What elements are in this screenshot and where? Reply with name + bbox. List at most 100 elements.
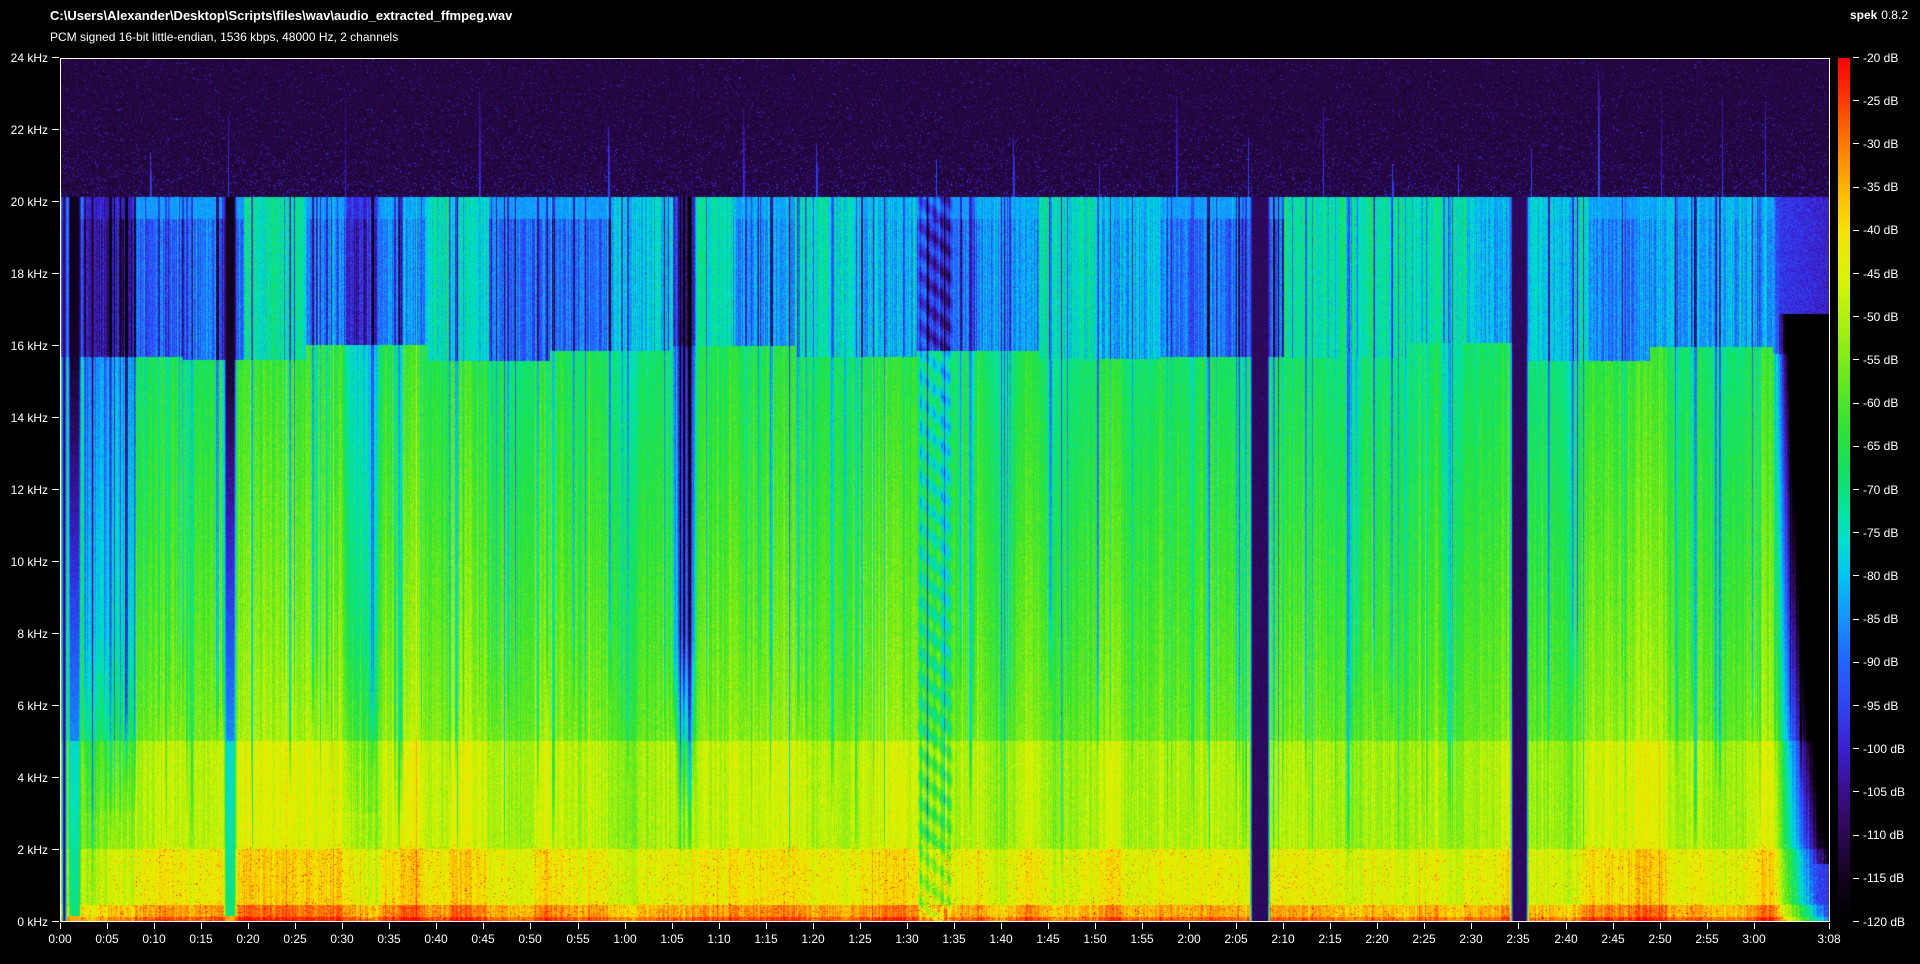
db-tick [1853, 187, 1859, 188]
time-tick [1518, 923, 1519, 929]
time-tick [719, 923, 720, 929]
freq-tick-label: 2 kHz [17, 843, 48, 857]
db-tick-label: -90 dB [1863, 655, 1899, 669]
db-tick-label: -65 dB [1863, 439, 1899, 453]
time-tick-label: 1:35 [942, 932, 966, 946]
time-tick [766, 923, 767, 929]
time-tick [1471, 923, 1472, 929]
db-colorbar [1838, 58, 1850, 922]
db-tick [1853, 359, 1859, 360]
db-tick [1853, 878, 1859, 879]
freq-tick-label: 10 kHz [10, 555, 48, 569]
time-tick-label: 0:50 [518, 932, 542, 946]
time-tick [1095, 923, 1096, 929]
time-tick [1424, 923, 1425, 929]
time-tick [907, 923, 908, 929]
time-tick [954, 923, 955, 929]
freq-tick-label: 0 kHz [17, 915, 48, 929]
time-tick-label: 1:20 [801, 932, 825, 946]
db-tick [1853, 489, 1859, 490]
time-tick [1236, 923, 1237, 929]
freq-tick-label: 16 kHz [10, 339, 48, 353]
time-tick-label: 1:15 [754, 932, 778, 946]
freq-tick [52, 921, 59, 922]
freq-tick-label: 20 kHz [10, 195, 48, 209]
db-tick [1853, 619, 1859, 620]
freq-tick [52, 777, 59, 778]
freq-tick [52, 489, 59, 490]
time-tick-label: 0:55 [566, 932, 590, 946]
db-tick-label: -60 dB [1863, 396, 1899, 410]
time-tick [389, 923, 390, 929]
freq-tick-label: 14 kHz [10, 411, 48, 425]
time-tick [578, 923, 579, 929]
time-tick-label: 0:25 [283, 932, 307, 946]
time-tick [1142, 923, 1143, 929]
time-tick-label: 2:00 [1177, 932, 1201, 946]
time-tick [1048, 923, 1049, 929]
time-tick-label: 0:10 [142, 932, 166, 946]
time-tick [1829, 923, 1830, 929]
time-tick-label: 2:50 [1648, 932, 1672, 946]
time-tick-label: 2:45 [1601, 932, 1625, 946]
time-tick [154, 923, 155, 929]
db-tick [1853, 748, 1859, 749]
time-tick-label: 2:30 [1459, 932, 1483, 946]
db-tick-label: -30 dB [1863, 137, 1899, 151]
db-tick [1853, 835, 1859, 836]
db-tick [1853, 230, 1859, 231]
db-tick [1853, 532, 1859, 533]
time-tick [1377, 923, 1378, 929]
time-tick [248, 923, 249, 929]
time-tick-label: 1:25 [848, 932, 872, 946]
db-tick-label: -70 dB [1863, 483, 1899, 497]
db-tick [1853, 446, 1859, 447]
time-tick-label: 2:25 [1412, 932, 1436, 946]
time-tick-label: 1:55 [1130, 932, 1154, 946]
db-tick-label: -40 dB [1863, 223, 1899, 237]
time-tick [1660, 923, 1661, 929]
time-tick [672, 923, 673, 929]
db-tick-label: -55 dB [1863, 353, 1899, 367]
db-tick-label: -110 dB [1863, 828, 1905, 842]
freq-tick-label: 22 kHz [10, 123, 48, 137]
freq-tick-label: 6 kHz [17, 699, 48, 713]
db-tick-label: -25 dB [1863, 94, 1899, 108]
time-tick [1566, 923, 1567, 929]
db-tick [1853, 705, 1859, 706]
time-tick-label: 2:20 [1365, 932, 1389, 946]
db-tick [1853, 143, 1859, 144]
app-brand: spek 0.8.2 [1850, 8, 1908, 22]
time-tick-label: 2:35 [1506, 932, 1530, 946]
db-tick-label: -35 dB [1863, 180, 1899, 194]
time-tick-label: 0:05 [95, 932, 119, 946]
file-path: C:\Users\Alexander\Desktop\Scripts\files… [50, 8, 513, 23]
spek-window: C:\Users\Alexander\Desktop\Scripts\files… [0, 0, 1920, 964]
time-tick [483, 923, 484, 929]
time-tick [342, 923, 343, 929]
time-tick-label: 3:08 [1817, 932, 1841, 946]
freq-tick [52, 201, 59, 202]
time-tick-label: 0:45 [471, 932, 495, 946]
freq-tick-label: 18 kHz [10, 267, 48, 281]
time-tick [1189, 923, 1190, 929]
db-tick-label: -80 dB [1863, 569, 1899, 583]
spectrogram-canvas [61, 59, 1829, 921]
db-tick [1853, 575, 1859, 576]
time-tick-label: 1:00 [613, 932, 637, 946]
freq-tick-label: 4 kHz [17, 771, 48, 785]
time-tick-label: 3:00 [1742, 932, 1766, 946]
db-tick-label: -95 dB [1863, 699, 1899, 713]
time-tick-label: 2:40 [1554, 932, 1578, 946]
time-tick-label: 1:45 [1036, 932, 1060, 946]
db-tick [1853, 100, 1859, 101]
freq-tick [52, 57, 59, 58]
time-tick [436, 923, 437, 929]
freq-tick [52, 129, 59, 130]
time-tick-label: 2:55 [1695, 932, 1719, 946]
freq-tick-label: 12 kHz [10, 483, 48, 497]
db-tick-label: -20 dB [1863, 51, 1899, 65]
freq-tick [52, 705, 59, 706]
db-tick [1853, 921, 1859, 922]
app-version: 0.8.2 [1881, 8, 1908, 22]
